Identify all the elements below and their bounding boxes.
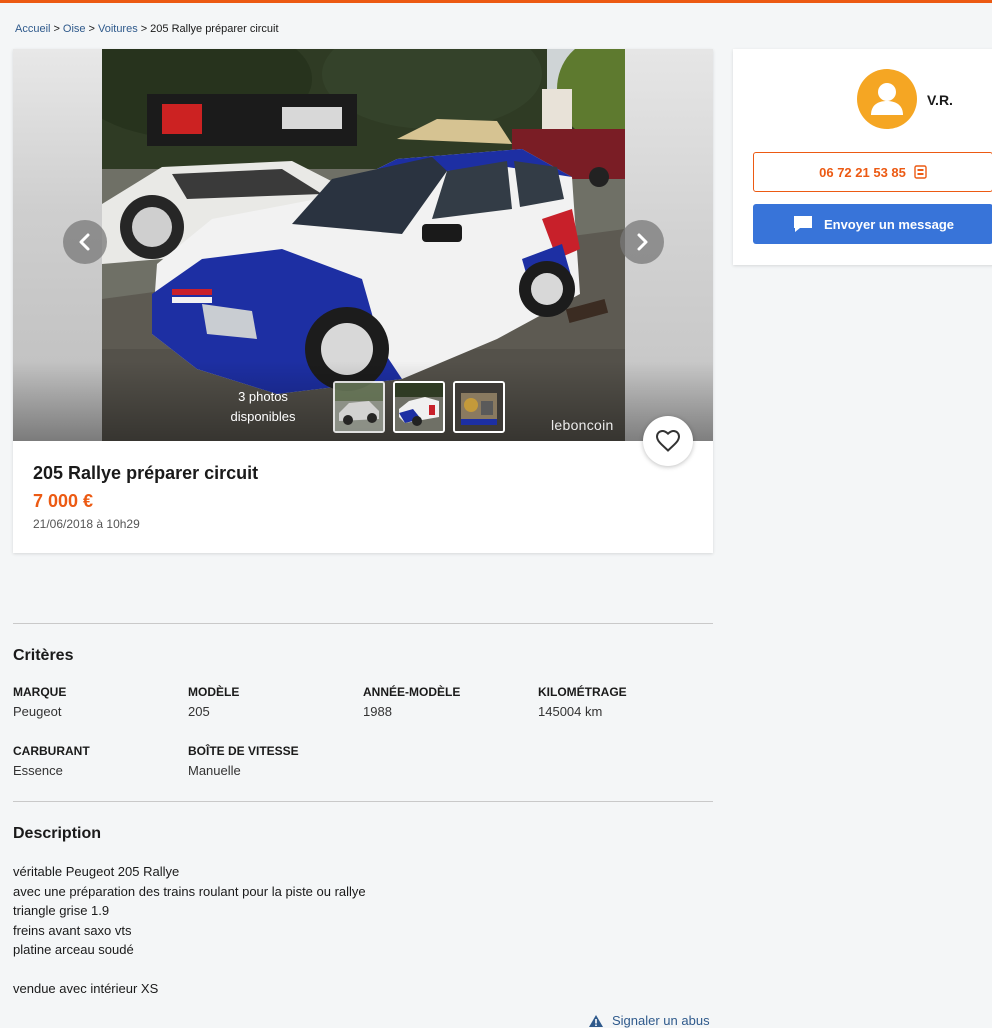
photo-count-line1: 3 photos [238,389,288,404]
divider [13,801,713,802]
thumbnail-2[interactable] [393,381,445,433]
criteria-label: MARQUE [13,685,67,699]
watermark: leboncoin [551,417,614,433]
criteria-item: CARBURANT Essence [13,744,183,778]
breadcrumb-separator: > [53,23,60,35]
description-line: platine arceau soudé [13,942,134,957]
criteria-value: 1988 [363,704,392,719]
seller-panel: V.R. 06 72 21 53 85 Envoyer un message [733,49,992,265]
heart-icon [655,429,681,452]
ad-price: 7 000 € [33,491,94,511]
criteria-label: BOÎTE DE VITESSE [188,744,299,758]
warning-icon [589,1014,603,1027]
description-line: avec une préparation des trains roulant … [13,883,366,899]
ad-title: 205 Rallye préparer circuit [33,463,259,483]
description-line: vendue avec intérieur XS [13,981,159,996]
description-line: triangle grise 1.9 [13,903,110,918]
criteria-item: BOÎTE DE VITESSE Manuelle [188,744,358,778]
criteria-label: CARBURANT [13,744,90,758]
photo-count-line2: disponibles [230,409,296,424]
thumbnail-2-image [395,383,443,431]
divider [13,623,713,624]
thumbnail-1[interactable] [333,381,385,433]
breadcrumb-separator: > [88,23,95,35]
next-photo-button[interactable] [620,220,664,264]
previous-photo-button[interactable] [63,220,107,264]
send-message-label: Envoyer un message [823,216,955,232]
chevron-right-icon [637,233,648,251]
breadcrumb-region[interactable]: Oise [63,23,86,35]
phone-number: 06 72 21 53 85 [819,164,906,180]
breadcrumb: Accueil > Oise > Voitures >205 Rallye prépare… [15,23,279,35]
description-line: freins avant saxo vts [13,922,132,938]
seller-name[interactable]: V.R. [927,92,953,108]
criteria-item: KILOMÉTRAGE 145004 km [538,685,708,719]
ad-card: 3 photos disponibles leboncoin 205 Rally… [13,49,713,553]
description-title: Description [13,825,102,842]
phone-button[interactable]: 06 72 21 53 85 [753,152,992,192]
criteria-item: MARQUE Peugeot [13,685,183,719]
criteria-value: Manuelle [188,763,241,778]
breadcrumb-home[interactable]: Accueil [15,23,50,35]
top-accent-bar [0,0,992,3]
thumbnail-1-image [335,383,383,431]
report-abuse-link[interactable]: Signaler un abus [588,1013,710,1028]
thumbnail-3-image [455,383,503,431]
send-message-button[interactable]: Envoyer un message [753,204,992,244]
description-line [13,960,366,980]
breadcrumb-current: 205 Rallye préparer circuit [150,23,279,35]
criteria-value: Essence [13,763,63,778]
chevron-left-icon [79,233,90,251]
photo-count: 3 photos disponibles [218,387,308,427]
phone-card-icon [914,165,927,179]
report-abuse-label: Signaler un abus [612,1013,710,1028]
photo-gallery: 3 photos disponibles leboncoin [13,49,713,441]
user-icon [871,83,903,115]
criteria-value: 145004 km [538,704,603,719]
breadcrumb-separator: > [140,23,148,35]
criteria-value: 205 [188,704,210,719]
thumbnail-3[interactable] [453,381,505,433]
avatar[interactable] [857,69,917,129]
criteria-item: MODÈLE 205 [188,685,358,719]
criteria-label: MODÈLE [188,685,240,699]
favorite-button[interactable] [643,416,693,466]
breadcrumb-category[interactable]: Voitures [98,23,138,35]
ad-date: 21/06/2018 à 10h29 [33,517,140,531]
criteria-value: Peugeot [13,704,62,719]
criteria-title: Critères [13,647,74,664]
description-line: véritable Peugeot 205 Rallye [13,864,180,879]
chat-bubble-icon [793,216,812,232]
criteria-item: ANNÉE-MODÈLE 1988 [363,685,533,719]
description-body: véritable Peugeot 205 Rallye avec une pr… [13,862,366,999]
criteria-label: ANNÉE-MODÈLE [363,685,461,699]
criteria-label: KILOMÉTRAGE [538,685,627,699]
